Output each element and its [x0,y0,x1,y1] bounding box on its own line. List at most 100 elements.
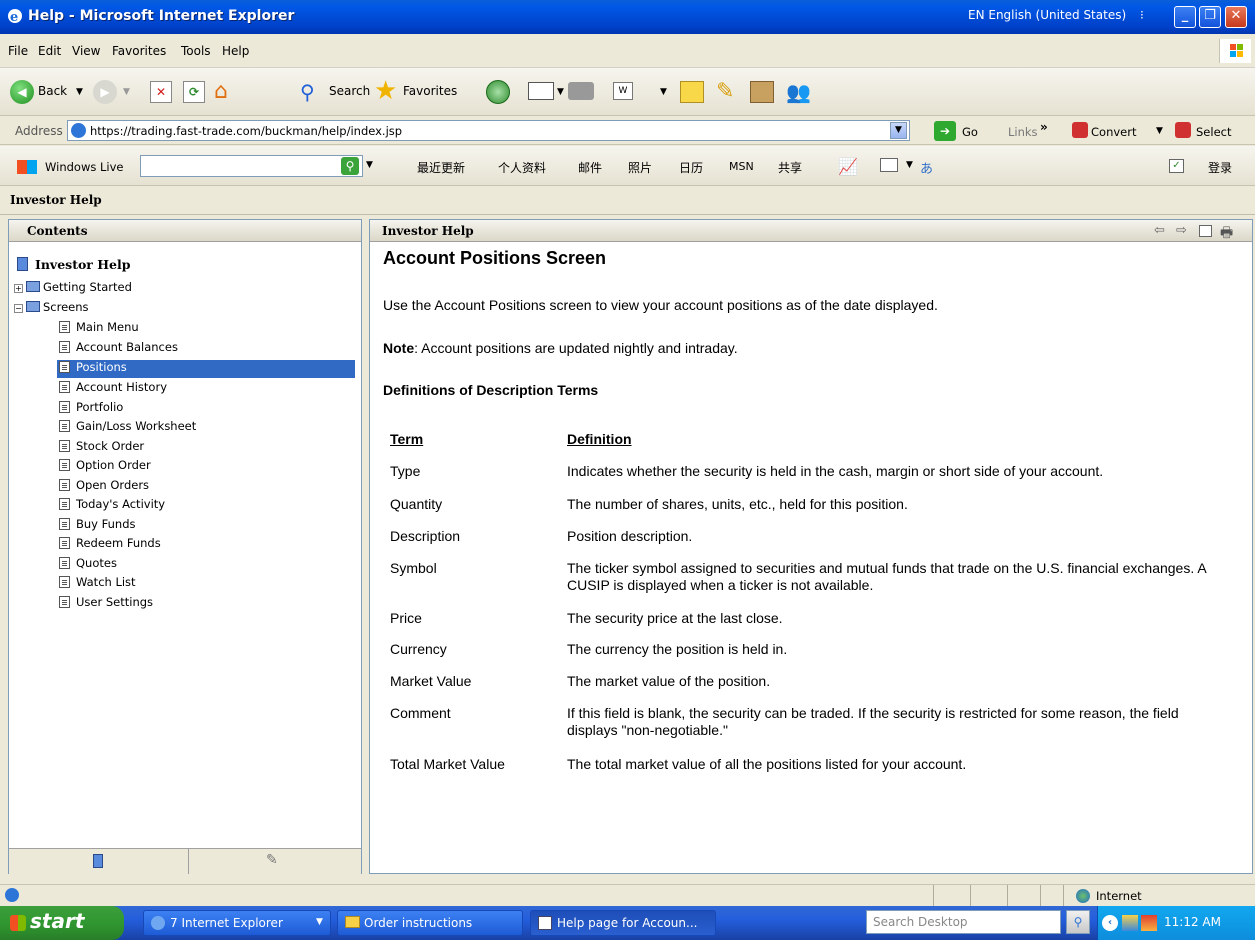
tree-page-stock-order[interactable]: Stock Order [59,439,144,453]
tray-expand-icon[interactable]: ‹ [1102,915,1118,931]
close-button[interactable]: ✕ [1225,6,1247,28]
tree-page-redeem-funds[interactable]: Redeem Funds [59,536,161,550]
tray-app-icon[interactable] [1141,915,1157,931]
language-indicator[interactable]: EN English (United States) [968,8,1126,22]
desktop-search-input[interactable]: Search Desktop [866,910,1061,934]
back-dropdown-icon[interactable]: ▼ [76,87,83,97]
address-field[interactable]: https://trading.fast-trade.com/buckman/h… [67,120,910,141]
taskbar-task-help-page[interactable]: Help page for Accoun... [530,910,716,936]
live-link-mail[interactable]: 邮件 [578,159,602,176]
live-link-profile[interactable]: 个人资料 [498,159,546,176]
tree-page-todays-activity[interactable]: Today's Activity [59,497,165,511]
collapse-minus-icon[interactable]: − [14,304,23,313]
address-url[interactable]: https://trading.fast-trade.com/buckman/h… [90,124,402,138]
edit-dropdown-icon[interactable]: ▼ [660,87,667,97]
menu-favorites[interactable]: Favorites [112,44,166,58]
tray-clock[interactable]: 11:12 AM [1164,915,1221,929]
convert-button[interactable]: Convert [1091,125,1136,139]
tab-search[interactable]: ✎ [190,849,361,874]
mail-icon[interactable] [528,82,554,100]
desktop-search-icon[interactable]: ⚲ [1066,910,1090,934]
tree-page-open-orders[interactable]: Open Orders [59,478,149,492]
title-bar[interactable]: e Help - Microsoft Internet Explorer EN … [0,0,1255,34]
links-label[interactable]: Links [1008,125,1038,139]
refresh-icon[interactable]: ⟳ [183,81,205,103]
live-search-icon[interactable]: ⚲ [341,157,359,175]
menu-tools[interactable]: Tools [181,44,211,58]
tab-contents[interactable] [9,849,189,874]
tree-book-screens[interactable]: − Screens [14,300,89,314]
tray-network-icon[interactable] [1122,915,1138,931]
maximize-button[interactable]: ❐ [1199,6,1221,28]
live-link-msn[interactable]: MSN [729,160,754,173]
print-topic-icon[interactable]: 🖶 [1220,222,1233,246]
live-link-share[interactable]: 共享 [778,159,802,176]
convert-icon[interactable] [1072,122,1088,138]
task-group-dropdown-icon[interactable]: ▼ [316,917,323,927]
live-checkbox-icon[interactable]: ✓ [1169,159,1184,173]
tree-page-user-settings[interactable]: User Settings [59,595,153,609]
more-chevron-icon[interactable]: » [1040,120,1048,134]
tree-page-positions[interactable]: Positions [57,360,355,378]
search-button[interactable]: Search [329,84,370,98]
forward-button[interactable]: ▶ [93,80,117,104]
favorites-button[interactable]: Favorites [403,84,457,98]
research-icon[interactable] [750,81,774,103]
tree-page-gain-loss-worksheet[interactable]: Gain/Loss Worksheet [59,419,196,433]
pencil-icon[interactable]: ✎ [716,79,734,104]
tree-page-account-history[interactable]: Account History [59,380,167,394]
live-signin-button[interactable]: 登录 [1208,159,1232,176]
live-search-input[interactable] [140,155,363,177]
live-link-calendar[interactable]: 日历 [679,159,703,176]
live-search-dropdown-icon[interactable]: ▼ [366,160,373,170]
live-link-recent[interactable]: 最近更新 [417,159,465,176]
word-icon[interactable]: W [613,82,633,100]
language-options-icon[interactable]: ⁝ [1140,8,1144,22]
previous-topic-icon[interactable]: ⇦ [1154,223,1165,238]
convert-dropdown-icon[interactable]: ▼ [1156,126,1163,136]
note-icon[interactable] [680,81,704,103]
history-icon[interactable] [486,80,510,104]
live-chart-icon[interactable]: 📈 [838,157,858,176]
language-bar[interactable]: EN English (United States) ⁝ [968,8,1144,26]
taskbar-task-internet-explorer[interactable]: 7 Internet Explorer ▼ [143,910,331,936]
back-button[interactable]: Back [38,84,67,98]
search-icon[interactable]: ⚲ [300,80,324,104]
back-arrow-icon[interactable]: ◀ [10,80,34,104]
minimize-button[interactable]: _ [1174,6,1196,28]
address-dropdown-icon[interactable]: ▼ [890,122,907,139]
start-button[interactable]: start [0,906,124,940]
tree-page-watch-list[interactable]: Watch List [59,575,136,589]
live-window-dropdown-icon[interactable]: ▼ [906,160,913,170]
tree-root[interactable]: Investor Help [17,257,131,272]
menu-file[interactable]: File [8,44,28,58]
forward-dropdown-icon[interactable]: ▼ [123,87,130,97]
tree-page-option-order[interactable]: Option Order [59,458,151,472]
go-arrow-icon[interactable]: ➔ [934,121,956,141]
next-topic-icon[interactable]: ⇨ [1176,223,1187,238]
messenger-icon[interactable]: 👥 [786,80,811,104]
live-window-icon[interactable] [880,158,898,172]
print-icon[interactable] [568,82,594,100]
go-button[interactable]: Go [962,125,978,139]
tree-page-main-menu[interactable]: Main Menu [59,320,355,338]
tree-page-account-balances[interactable]: Account Balances [59,340,355,358]
sync-toc-icon[interactable] [1199,225,1212,237]
mail-dropdown-icon[interactable]: ▼ [557,87,564,97]
home-icon[interactable]: ⌂ [214,79,240,105]
tree-page-portfolio[interactable]: Portfolio [59,400,123,414]
tree-book-getting-started[interactable]: + Getting Started [14,280,132,294]
select-icon[interactable] [1175,122,1191,138]
select-button[interactable]: Select [1196,125,1231,139]
tree-page-buy-funds[interactable]: Buy Funds [59,517,136,531]
favorites-star-icon[interactable]: ★ [374,78,397,104]
menu-view[interactable]: View [72,44,100,58]
taskbar-task-order-instructions[interactable]: Order instructions [337,910,523,936]
tree-page-quotes[interactable]: Quotes [59,556,117,570]
live-translate-icon[interactable]: あ [920,158,933,177]
expand-plus-icon[interactable]: + [14,284,23,293]
menu-edit[interactable]: Edit [38,44,61,58]
stop-icon[interactable]: ✕ [150,81,172,103]
live-link-photos[interactable]: 照片 [628,159,652,176]
menu-help[interactable]: Help [222,44,249,58]
